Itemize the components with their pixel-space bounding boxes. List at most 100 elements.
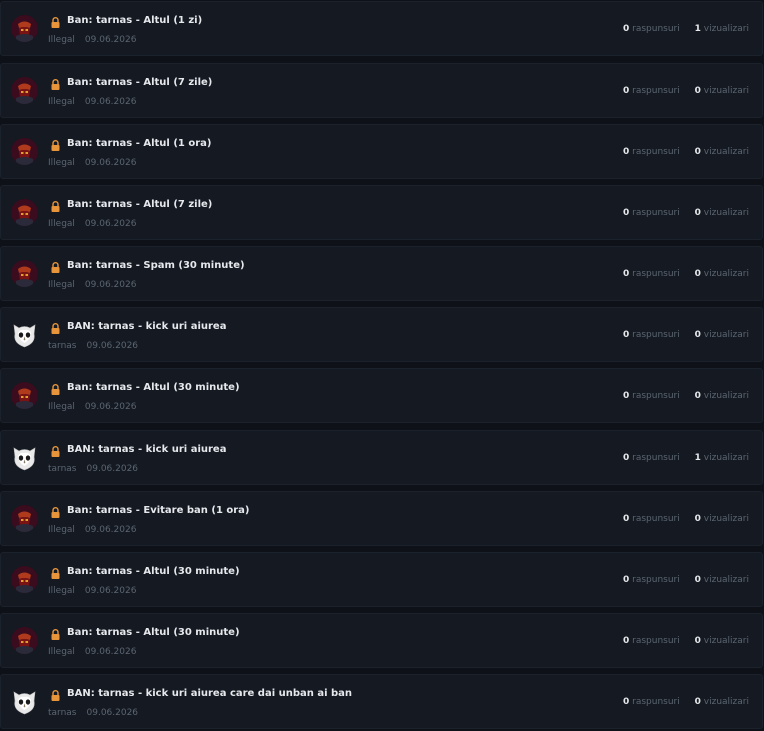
topic-author[interactable]: Illegal (48, 280, 75, 290)
topic-stats: 0 raspunsuri 0 vizualizari (623, 697, 749, 707)
views-stat: 0 vizualizari (695, 208, 749, 218)
illegal-icon (11, 199, 38, 226)
owl-avatar[interactable] (11, 688, 38, 715)
views-count: 1 (694, 453, 701, 463)
lock-icon (51, 17, 60, 28)
replies-count: 0 (623, 697, 630, 707)
views-label: vizualizari (703, 391, 749, 401)
replies-count: 0 (623, 330, 630, 340)
topic-title[interactable]: Ban: tarnas - Altul (30 minute) (67, 627, 240, 638)
topic-date: 09.06.2026 (84, 280, 137, 290)
topic-title[interactable]: BAN: tarnas - kick uri aiurea (67, 321, 226, 332)
topic-stats: 0 raspunsuri 0 vizualizari (623, 330, 749, 340)
topic-title[interactable]: Ban: tarnas - Altul (7 zile) (67, 77, 212, 88)
topic-author[interactable]: Illegal (48, 402, 75, 412)
topic-author[interactable]: Illegal (48, 97, 75, 107)
topic-row[interactable]: Ban: tarnas - Altul (30 minute) Illegal 0… (0, 613, 763, 668)
topic-author[interactable]: Illegal (48, 647, 75, 657)
topic-row[interactable]: Ban: tarnas - Altul (30 minute) Illegal 0… (0, 368, 763, 423)
topic-author[interactable]: Illegal (48, 586, 75, 596)
lock-icon (51, 568, 60, 579)
views-count: 0 (694, 269, 701, 279)
views-count: 0 (694, 391, 701, 401)
illegal-avatar[interactable] (11, 77, 38, 104)
topic-row[interactable]: Ban: tarnas - Spam (30 minute) Illegal 09… (0, 246, 763, 301)
topic-meta: Illegal 09.06.2026 (48, 402, 136, 412)
owl-avatar[interactable] (11, 321, 38, 348)
topic-title[interactable]: BAN: tarnas - kick uri aiurea (67, 444, 226, 455)
topic-row[interactable]: Ban: tarnas - Altul (7 zile) Illegal 09.0… (0, 63, 763, 118)
topic-meta: Illegal 09.06.2026 (48, 647, 136, 657)
topic-title[interactable]: Ban: tarnas - Altul (30 minute) (67, 566, 240, 577)
views-label: vizualizari (703, 514, 749, 524)
views-count: 0 (694, 697, 701, 707)
topic-author[interactable]: Illegal (48, 525, 75, 535)
topic-stats: 0 raspunsuri 0 vizualizari (623, 269, 749, 279)
lock-icon (51, 629, 60, 640)
topic-author[interactable]: tarnas (48, 708, 77, 718)
topic-row[interactable]: Ban: tarnas - Altul (1 ora) Illegal 09.06… (0, 124, 763, 179)
topic-row[interactable]: Ban: tarnas - Evitare ban (1 ora) Illega… (0, 491, 763, 546)
topic-meta: Illegal 09.06.2026 (48, 525, 136, 535)
views-stat: 0 vizualizari (695, 147, 749, 157)
views-stat: 0 vizualizari (695, 269, 749, 279)
illegal-icon (11, 15, 38, 42)
owl-avatar[interactable] (11, 444, 38, 471)
lock-icon (51, 140, 60, 151)
topic-author[interactable]: Illegal (48, 35, 75, 45)
views-label: vizualizari (703, 86, 749, 96)
topic-date: 09.06.2026 (84, 97, 137, 107)
replies-count: 0 (623, 514, 630, 524)
topic-row[interactable]: BAN: tarnas - kick uri aiurea tarnas 09.0… (0, 430, 763, 485)
topic-date: 09.06.2026 (84, 402, 137, 412)
topic-row[interactable]: BAN: tarnas - kick uri aiurea tarnas 09.0… (0, 307, 763, 362)
topic-row[interactable]: Ban: tarnas - Altul (7 zile) Illegal 09.0… (0, 185, 763, 240)
lock-icon (51, 507, 60, 518)
owl-icon (13, 324, 36, 348)
topic-title[interactable]: Ban: tarnas - Altul (30 minute) (67, 382, 240, 393)
illegal-avatar[interactable] (11, 566, 38, 593)
topic-title[interactable]: Ban: tarnas - Altul (7 zile) (67, 199, 212, 210)
views-label: vizualizari (703, 147, 749, 157)
topic-title[interactable]: Ban: tarnas - Spam (30 minute) (67, 260, 245, 271)
illegal-avatar[interactable] (11, 382, 38, 409)
topic-title[interactable]: BAN: tarnas - kick uri aiurea care dai u… (67, 688, 352, 699)
topic-title[interactable]: Ban: tarnas - Evitare ban (1 ora) (67, 505, 250, 516)
replies-label: raspunsuri (632, 575, 680, 585)
illegal-avatar[interactable] (11, 15, 38, 42)
topic-stats: 0 raspunsuri 0 vizualizari (623, 86, 749, 96)
topic-title[interactable]: Ban: tarnas - Altul (1 zi) (67, 15, 202, 26)
views-label: vizualizari (703, 208, 749, 218)
lock-icon (51, 201, 60, 212)
illegal-avatar[interactable] (11, 505, 38, 532)
illegal-avatar[interactable] (11, 627, 38, 654)
topic-row[interactable]: Ban: tarnas - Altul (1 zi) Illegal 09.06.… (0, 1, 763, 56)
topic-row[interactable]: BAN: tarnas - kick uri aiurea care dai u… (0, 674, 763, 729)
views-count: 0 (694, 208, 701, 218)
views-count: 0 (694, 636, 701, 646)
topic-date: 09.06.2026 (84, 35, 137, 45)
lock-icon (51, 446, 60, 457)
replies-label: raspunsuri (632, 86, 680, 96)
topic-date: 09.06.2026 (84, 158, 137, 168)
topic-date: 09.06.2026 (86, 708, 139, 718)
topic-author[interactable]: tarnas (48, 341, 77, 351)
topic-row[interactable]: Ban: tarnas - Altul (30 minute) Illegal 0… (0, 552, 763, 607)
topic-author[interactable]: tarnas (48, 464, 77, 474)
illegal-icon (11, 260, 38, 287)
topic-author[interactable]: Illegal (48, 158, 75, 168)
lock-icon (51, 323, 60, 334)
illegal-avatar[interactable] (11, 138, 38, 165)
topic-author[interactable]: Illegal (48, 219, 75, 229)
illegal-icon (11, 566, 38, 593)
illegal-avatar[interactable] (11, 260, 38, 287)
views-count: 0 (694, 514, 701, 524)
topic-meta: Illegal 09.06.2026 (48, 219, 136, 229)
views-stat: 1 vizualizari (695, 453, 749, 463)
replies-label: raspunsuri (632, 269, 680, 279)
topic-title[interactable]: Ban: tarnas - Altul (1 ora) (67, 138, 211, 149)
topic-meta: tarnas 09.06.2026 (48, 341, 138, 351)
views-label: vizualizari (703, 453, 749, 463)
topic-date: 09.06.2026 (86, 464, 139, 474)
illegal-avatar[interactable] (11, 199, 38, 226)
